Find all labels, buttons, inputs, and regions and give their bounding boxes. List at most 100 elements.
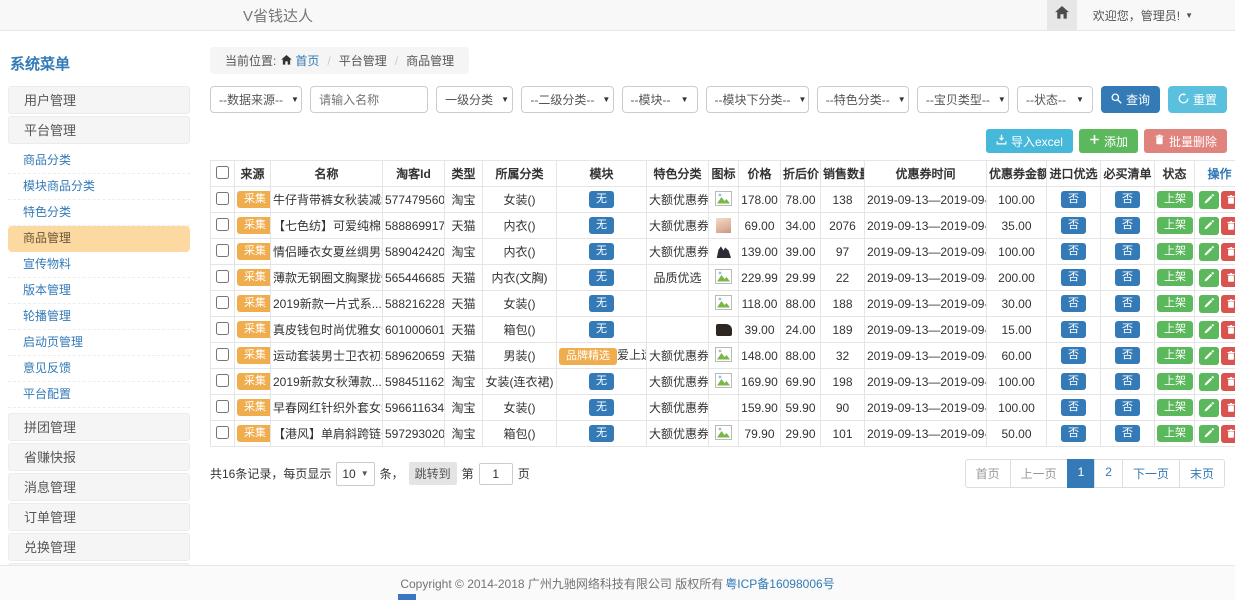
mustbuy-toggle[interactable]: 否 [1115, 425, 1140, 441]
delete-button[interactable] [1221, 321, 1235, 339]
imported-toggle[interactable]: 否 [1061, 321, 1086, 337]
sidebar-item-5[interactable]: 商品管理 [8, 226, 190, 252]
sidebar-item-10[interactable]: 意见反馈 [8, 356, 190, 382]
delete-button[interactable] [1221, 217, 1235, 235]
filter-select-4[interactable]: --模块--▼ [622, 86, 698, 113]
page-button-上一页[interactable]: 上一页 [1010, 459, 1068, 488]
name-search-input[interactable] [310, 86, 428, 113]
delete-button[interactable] [1221, 425, 1235, 443]
filter-select-6[interactable]: --特色分类--▼ [817, 86, 909, 113]
select-all-checkbox[interactable] [216, 166, 229, 179]
mustbuy-toggle[interactable]: 否 [1115, 347, 1140, 363]
per-page-select[interactable]: 10 ▼ [336, 462, 374, 486]
imported-toggle[interactable]: 否 [1061, 217, 1086, 233]
page-button-2[interactable]: 2 [1094, 459, 1123, 488]
add-button[interactable]: 添加 [1079, 129, 1138, 153]
row-checkbox[interactable] [216, 192, 229, 205]
delete-button[interactable] [1221, 191, 1235, 209]
sidebar-item-14[interactable]: 消息管理 [8, 473, 190, 501]
query-button[interactable]: 查询 [1101, 86, 1160, 113]
mustbuy-toggle[interactable]: 否 [1115, 217, 1140, 233]
sidebar-item-16[interactable]: 兑换管理 [8, 533, 190, 561]
sidebar-item-12[interactable]: 拼团管理 [8, 413, 190, 441]
mustbuy-toggle[interactable]: 否 [1115, 191, 1140, 207]
status-toggle[interactable]: 上架 [1157, 295, 1193, 311]
user-menu[interactable]: 欢迎您，管理员! ▼ [1077, 7, 1235, 24]
delete-button[interactable] [1221, 295, 1235, 313]
edit-button[interactable] [1199, 295, 1219, 313]
mustbuy-toggle[interactable]: 否 [1115, 243, 1140, 259]
page-button-首页[interactable]: 首页 [965, 459, 1011, 488]
row-checkbox[interactable] [216, 244, 229, 257]
edit-button[interactable] [1199, 373, 1219, 391]
home-button[interactable] [1047, 0, 1077, 31]
edit-button[interactable] [1199, 321, 1219, 339]
sidebar-item-0[interactable]: 用户管理 [8, 86, 190, 114]
reset-button[interactable]: 重置 [1168, 86, 1227, 113]
sidebar-item-9[interactable]: 启动页管理 [8, 330, 190, 356]
imported-toggle[interactable]: 否 [1061, 243, 1086, 259]
status-toggle[interactable]: 上架 [1157, 425, 1193, 441]
jump-button[interactable]: 跳转到 [409, 462, 457, 485]
jump-page-input[interactable] [479, 463, 513, 485]
mustbuy-toggle[interactable]: 否 [1115, 269, 1140, 285]
status-toggle[interactable]: 上架 [1157, 269, 1193, 285]
sidebar-item-8[interactable]: 轮播管理 [8, 304, 190, 330]
status-toggle[interactable]: 上架 [1157, 347, 1193, 363]
imported-toggle[interactable]: 否 [1061, 269, 1086, 285]
sidebar-item-2[interactable]: 商品分类 [8, 148, 190, 174]
edit-button[interactable] [1199, 191, 1219, 209]
row-checkbox[interactable] [216, 348, 229, 361]
import-excel-button[interactable]: 导入excel [986, 129, 1073, 153]
edit-button[interactable] [1199, 399, 1219, 417]
sidebar-item-15[interactable]: 订单管理 [8, 503, 190, 531]
edit-button[interactable] [1199, 269, 1219, 287]
sidebar-item-7[interactable]: 版本管理 [8, 278, 190, 304]
status-toggle[interactable]: 上架 [1157, 373, 1193, 389]
filter-select-0[interactable]: --数据来源--▼ [210, 86, 302, 113]
batch-delete-button[interactable]: 批量删除 [1144, 129, 1227, 153]
imported-toggle[interactable]: 否 [1061, 425, 1086, 441]
row-checkbox[interactable] [216, 374, 229, 387]
sidebar-item-13[interactable]: 省赚快报 [8, 443, 190, 471]
imported-toggle[interactable]: 否 [1061, 295, 1086, 311]
row-checkbox[interactable] [216, 426, 229, 439]
edit-button[interactable] [1199, 347, 1219, 365]
imported-toggle[interactable]: 否 [1061, 191, 1086, 207]
edit-button[interactable] [1199, 243, 1219, 261]
row-checkbox[interactable] [216, 218, 229, 231]
edit-button[interactable] [1199, 425, 1219, 443]
filter-select-5[interactable]: --模块下分类--▼ [706, 86, 809, 113]
status-toggle[interactable]: 上架 [1157, 243, 1193, 259]
mustbuy-toggle[interactable]: 否 [1115, 399, 1140, 415]
mustbuy-toggle[interactable]: 否 [1115, 373, 1140, 389]
sidebar-item-1[interactable]: 平台管理 [8, 116, 190, 144]
filter-select-2[interactable]: 一级分类▼ [436, 86, 513, 113]
row-checkbox[interactable] [216, 296, 229, 309]
delete-button[interactable] [1221, 373, 1235, 391]
delete-button[interactable] [1221, 399, 1235, 417]
imported-toggle[interactable]: 否 [1061, 373, 1086, 389]
delete-button[interactable] [1221, 347, 1235, 365]
imported-toggle[interactable]: 否 [1061, 399, 1086, 415]
edit-button[interactable] [1199, 217, 1219, 235]
mustbuy-toggle[interactable]: 否 [1115, 295, 1140, 311]
sidebar-item-3[interactable]: 模块商品分类 [8, 174, 190, 200]
mustbuy-toggle[interactable]: 否 [1115, 321, 1140, 337]
sidebar-item-4[interactable]: 特色分类 [8, 200, 190, 226]
imported-toggle[interactable]: 否 [1061, 347, 1086, 363]
status-toggle[interactable]: 上架 [1157, 321, 1193, 337]
scrollbar-thumb[interactable] [398, 594, 416, 600]
icp-link[interactable]: 粤ICP备16098006号 [725, 575, 834, 592]
row-checkbox[interactable] [216, 322, 229, 335]
filter-select-7[interactable]: --宝贝类型--▼ [917, 86, 1009, 113]
delete-button[interactable] [1221, 269, 1235, 287]
breadcrumb-home-link[interactable]: 首页 [281, 52, 319, 69]
page-button-下一页[interactable]: 下一页 [1122, 459, 1180, 488]
status-toggle[interactable]: 上架 [1157, 217, 1193, 233]
filter-select-8[interactable]: --状态--▼ [1017, 86, 1093, 113]
delete-button[interactable] [1221, 243, 1235, 261]
status-toggle[interactable]: 上架 [1157, 191, 1193, 207]
sidebar-item-6[interactable]: 宣传物料 [8, 252, 190, 278]
filter-select-3[interactable]: --二级分类--▼ [521, 86, 613, 113]
